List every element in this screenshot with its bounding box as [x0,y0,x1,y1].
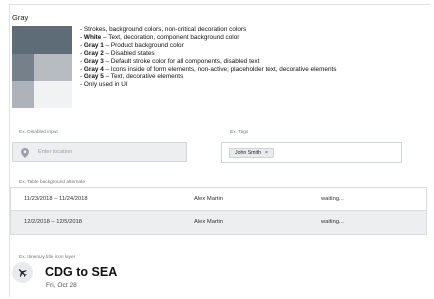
legend-item: - Gray 1 – Product background color [80,41,184,49]
gray-swatch-4 [34,81,72,108]
itinerary-icon-layer [12,262,33,283]
gray-usage-legend: - Strokes, background colors, non-critic… [80,26,336,89]
section-title: Gray [12,13,29,22]
legend-item: - Gray 2 – Disabled states [80,49,155,57]
tag-chip: John Smith × [229,148,274,158]
location-input-placeholder: Enter location [38,149,73,155]
gray-swatch-dark [12,26,72,54]
gray-swatch-group [12,26,72,108]
tags-input[interactable]: John Smith × [221,142,402,163]
row-status: waiting... [321,219,344,225]
row-dates: 11/23/2018 – 11/24/2018 [24,196,88,202]
legend-item: - Gray 3 – Default stroke color for all … [80,57,260,65]
tag-chip-label: John Smith [235,150,261,156]
tags-label: Ex. Tags [230,130,249,135]
location-input-disabled: Enter location [12,142,187,162]
location-pin-icon [21,148,29,158]
legend-item: - Gray 5 – Text, decorative elements [80,73,184,81]
airplane-icon [18,269,27,278]
legend-item: - Gray 4 – Icons inside of form elements… [80,65,337,73]
itinerary-title: CDG to SEA [45,265,118,279]
alternating-table: 11/23/2018 – 11/24/2018 Alex Martin wait… [10,187,427,235]
legend-item: - White – Text, decoration, component ba… [80,33,240,41]
row-status: waiting... [321,196,344,202]
table-row[interactable]: 12/2/2018 – 12/5/2018 Alex Martin waitin… [10,211,427,235]
tag-remove-icon[interactable]: × [265,149,268,157]
table-label: Ex. Table background alternate [19,180,86,185]
legend-item: - Strokes, background colors, non-critic… [80,26,247,33]
table-row[interactable]: 11/23/2018 – 11/24/2018 Alex Martin wait… [10,187,427,211]
disabled-input-label: Ex. Disabled input [19,130,58,135]
itinerary-date: Fri, Oct 28 [46,282,77,289]
row-dates: 12/2/2018 – 12/5/2018 [24,219,83,225]
row-name: Alex Martin [194,196,223,202]
legend-item: - Only used in UI [80,81,128,89]
row-name: Alex Martin [194,219,223,225]
gray-swatch-3 [12,81,34,108]
itinerary-label: Ex. Itinerary title icon layer [19,255,76,260]
gray-swatch-1 [12,54,34,81]
gray-swatch-2 [34,54,72,81]
